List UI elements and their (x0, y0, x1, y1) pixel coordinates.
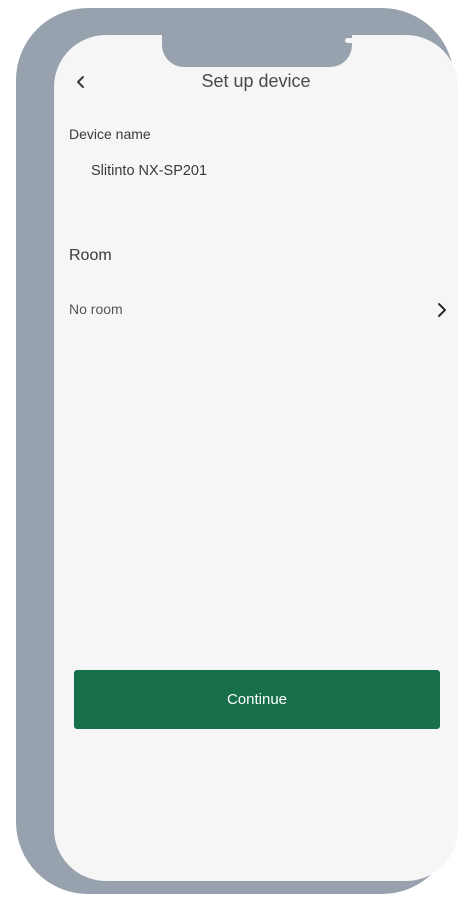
device-name-input[interactable] (67, 154, 445, 188)
phone-notch (162, 35, 383, 67)
chevron-right-icon (438, 303, 446, 317)
page-title: Set up device (201, 71, 311, 91)
continue-button[interactable]: Continue (74, 670, 440, 729)
phone-frame: Set up device Device name Room No room C… (16, 8, 458, 894)
device-name-label: Device name (69, 126, 151, 142)
header-bar: Set up device (54, 67, 458, 97)
room-selector[interactable]: No room (54, 291, 458, 329)
room-value: No room (69, 301, 123, 317)
room-heading: Room (69, 247, 112, 264)
speaker-grille (345, 38, 383, 43)
app-screen: Set up device Device name Room No room C… (54, 35, 458, 881)
